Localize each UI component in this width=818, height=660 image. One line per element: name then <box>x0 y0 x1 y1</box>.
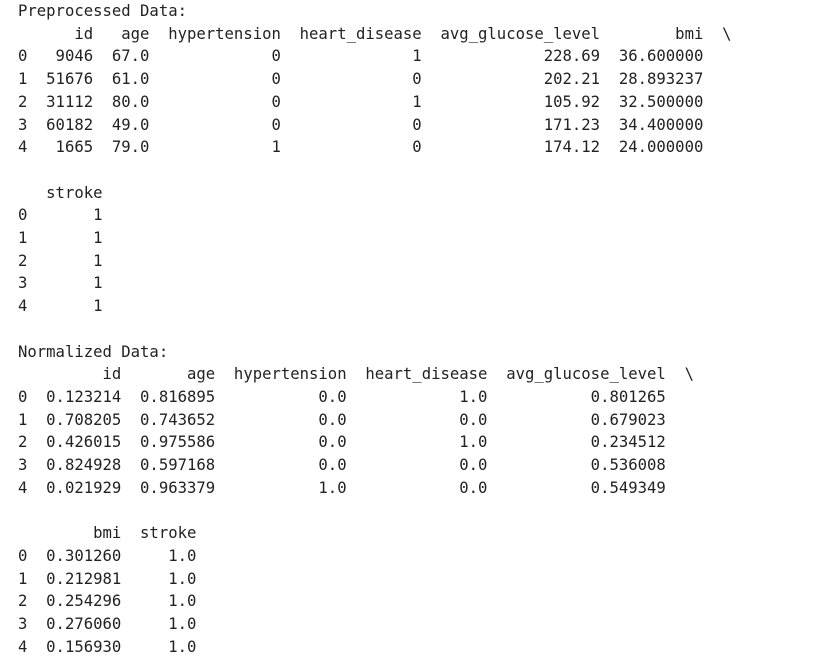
output-line: 0 9046 67.0 0 1 228.69 36.600000 <box>18 47 732 66</box>
output-line: Preprocessed Data: <box>18 2 187 20</box>
output-line: Normalized Data: <box>18 342 169 361</box>
output-line: 3 0.276060 1.0 <box>18 614 216 633</box>
output-line: stroke <box>18 183 122 202</box>
output-line: 4 0.021929 0.963379 1.0 0.0 0.549349 <box>18 478 694 497</box>
output-line: 1 0.212981 1.0 <box>18 569 216 588</box>
output-line: 2 1 <box>18 251 122 270</box>
output-line: 2 0.426015 0.975586 0.0 1.0 0.234512 <box>18 433 694 452</box>
output-line: 1 0.708205 0.743652 0.0 0.0 0.679023 <box>18 410 694 429</box>
output-line: 3 1 <box>18 274 122 293</box>
output-line: 0 0.123214 0.816895 0.0 1.0 0.801265 <box>18 387 694 406</box>
output-line: id age hypertension heart_disease avg_gl… <box>18 365 694 384</box>
output-line: 1 51676 61.0 0 0 202.21 28.893237 <box>18 70 732 89</box>
output-line: 3 0.824928 0.597168 0.0 0.0 0.536008 <box>18 456 694 475</box>
output-line: 2 31112 80.0 0 1 105.92 32.500000 <box>18 92 732 111</box>
output-line: 0 0.301260 1.0 <box>18 546 216 565</box>
output-line: 2 0.254296 1.0 <box>18 592 216 611</box>
output-line: 1 1 <box>18 229 122 248</box>
output-line: 3 60182 49.0 0 0 171.23 34.400000 <box>18 115 732 134</box>
output-line: bmi stroke <box>18 524 216 543</box>
output-line: id age hypertension heart_disease avg_gl… <box>18 24 732 43</box>
output-line: 4 0.156930 1.0 <box>18 637 216 656</box>
output-line: 4 1 <box>18 297 122 316</box>
cell-output: Preprocessed Data: id age hypertension h… <box>18 0 732 658</box>
output-line: 4 1665 79.0 1 0 174.12 24.000000 <box>18 138 732 157</box>
output-line: 0 1 <box>18 206 122 225</box>
